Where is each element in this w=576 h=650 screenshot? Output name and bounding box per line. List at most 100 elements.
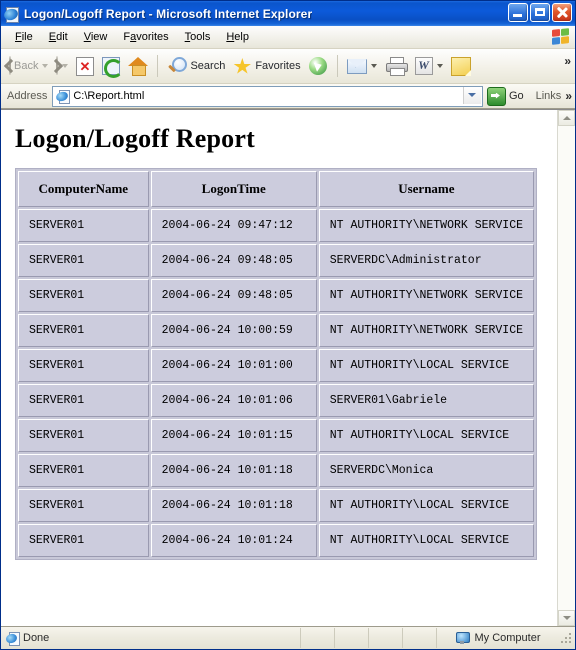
logon-report-table: ComputerName LogonTime Username SERVER01…	[15, 168, 537, 560]
edit-in-word-button[interactable]: W	[411, 52, 447, 80]
table-body: SERVER01 2004-06-24 09:47:12 NT AUTHORIT…	[18, 209, 534, 557]
print-button[interactable]	[381, 52, 411, 80]
cell-logontime: 2004-06-24 10:01:24	[150, 524, 317, 557]
cell-logontime: 2004-06-24 10:01:15	[150, 419, 317, 452]
table-row: SERVER01 2004-06-24 09:48:05 NT AUTHORIT…	[18, 279, 534, 312]
toolbar-overflow-icon[interactable]: »	[564, 55, 571, 67]
menu-item-edit[interactable]: Edit	[41, 29, 76, 45]
close-button[interactable]	[552, 3, 572, 22]
page-title: Logon/Logoff Report	[15, 124, 255, 153]
title-bar[interactable]: Logon/Logoff Report - Microsoft Internet…	[1, 1, 575, 26]
maximize-button[interactable]	[530, 3, 550, 22]
back-history-chevron-down-icon[interactable]	[42, 64, 49, 68]
status-text: Done	[23, 632, 50, 644]
resize-grip[interactable]	[559, 631, 573, 645]
back-button[interactable]: Back	[3, 52, 52, 80]
navigation-toolbar: Back ✕ Search Favorites W »	[1, 49, 575, 84]
home-button[interactable]	[124, 52, 152, 80]
address-favicon-icon	[55, 89, 71, 104]
cell-username: NT AUTHORITY\NETWORK SERVICE	[318, 279, 534, 312]
address-input-value: C:\Report.html	[73, 90, 145, 102]
cell-username: NT AUTHORITY\LOCAL SERVICE	[318, 524, 534, 557]
address-label: Address	[7, 90, 48, 102]
cell-computername: SERVER01	[18, 314, 149, 347]
menu-item-favorites[interactable]: Favorites	[115, 29, 176, 45]
cell-computername: SERVER01	[18, 244, 149, 277]
mail-chevron-down-icon[interactable]	[370, 64, 377, 68]
address-dropdown-button[interactable]	[462, 86, 481, 104]
toolbar-separator	[157, 55, 159, 77]
search-button-label: Search	[190, 60, 226, 72]
refresh-icon	[102, 57, 124, 78]
document-page: Logon/Logoff Report ComputerName LogonTi…	[1, 110, 557, 626]
stop-button[interactable]: ✕	[72, 52, 98, 80]
minimize-button[interactable]	[508, 3, 528, 22]
cell-computername: SERVER01	[18, 524, 149, 557]
go-arrow-icon	[486, 86, 506, 106]
menu-item-help[interactable]: Help	[218, 29, 257, 45]
cell-computername: SERVER01	[18, 209, 149, 242]
caption-buttons	[508, 3, 572, 22]
security-zone-pane[interactable]: My Computer	[437, 628, 559, 648]
cell-computername: SERVER01	[18, 279, 149, 312]
table-row: SERVER01 2004-06-24 10:01:18 NT AUTHORIT…	[18, 489, 534, 522]
table-row: SERVER01 2004-06-24 10:00:59 NT AUTHORIT…	[18, 314, 534, 347]
forward-history-chevron-down-icon[interactable]	[62, 64, 69, 68]
toolbar-separator	[336, 55, 338, 77]
table-row: SERVER01 2004-06-24 10:01:24 NT AUTHORIT…	[18, 524, 534, 557]
table-row: SERVER01 2004-06-24 10:01:15 NT AUTHORIT…	[18, 419, 534, 452]
notes-button[interactable]	[447, 52, 475, 80]
cell-computername: SERVER01	[18, 349, 149, 382]
status-message-pane: Done	[1, 628, 301, 648]
refresh-button[interactable]	[98, 52, 124, 80]
status-bar: Done My Computer	[1, 626, 575, 649]
mail-icon	[346, 58, 367, 74]
scroll-down-button[interactable]	[558, 610, 575, 626]
go-button[interactable]: Go	[483, 86, 530, 106]
mail-button[interactable]	[343, 52, 381, 80]
cell-computername: SERVER01	[18, 384, 149, 417]
browser-window: Logon/Logoff Report - Microsoft Internet…	[0, 0, 576, 650]
forward-icon	[49, 56, 64, 75]
table-row: SERVER01 2004-06-24 10:01:00 NT AUTHORIT…	[18, 349, 534, 382]
menu-item-tools[interactable]: Tools	[177, 29, 219, 45]
address-input[interactable]: C:\Report.html	[52, 85, 483, 107]
cell-logontime: 2004-06-24 10:01:18	[150, 454, 317, 487]
scroll-up-button[interactable]	[558, 110, 575, 126]
vertical-scrollbar[interactable]	[557, 110, 575, 626]
media-button[interactable]	[305, 52, 332, 80]
cell-username: SERVERDC\Administrator	[318, 244, 534, 277]
forward-button[interactable]	[49, 52, 72, 80]
links-button[interactable]: Links	[536, 90, 562, 102]
address-overflow-icon[interactable]: »	[565, 90, 572, 102]
table-row: SERVER01 2004-06-24 10:01:06 SERVER01\Ga…	[18, 384, 534, 417]
status-pane-3	[369, 628, 403, 648]
edit-word-chevron-down-icon[interactable]	[436, 64, 443, 68]
table-row: SERVER01 2004-06-24 10:01:18 SERVERDC\Mo…	[18, 454, 534, 487]
cell-username: NT AUTHORITY\NETWORK SERVICE	[318, 314, 534, 347]
windows-logo-icon	[552, 28, 569, 45]
cell-logontime: 2004-06-24 10:00:59	[150, 314, 317, 347]
search-button[interactable]: Search	[163, 52, 229, 80]
cell-username: NT AUTHORITY\LOCAL SERVICE	[318, 489, 534, 522]
scroll-down-arrow-icon	[562, 616, 571, 620]
window-title: Logon/Logoff Report - Microsoft Internet…	[24, 6, 313, 21]
search-icon	[167, 57, 188, 75]
notes-icon	[450, 56, 471, 76]
table-header-row: ComputerName LogonTime Username	[18, 171, 534, 207]
cell-logontime: 2004-06-24 10:01:00	[150, 349, 317, 382]
cell-logontime: 2004-06-24 10:01:06	[150, 384, 317, 417]
menu-item-view[interactable]: View	[76, 29, 116, 45]
content-area: Logon/Logoff Report ComputerName LogonTi…	[1, 109, 575, 626]
cell-username: SERVER01\Gabriele	[318, 384, 534, 417]
cell-username: NT AUTHORITY\NETWORK SERVICE	[318, 209, 534, 242]
menu-item-file[interactable]: File	[7, 29, 41, 45]
back-icon	[3, 56, 19, 75]
edit-word-icon: W	[414, 57, 433, 75]
status-pane-4	[403, 628, 437, 648]
cell-username: SERVERDC\Monica	[318, 454, 534, 487]
column-header-username: Username	[318, 171, 534, 207]
cell-username: NT AUTHORITY\LOCAL SERVICE	[318, 419, 534, 452]
favorites-button[interactable]: Favorites	[229, 52, 304, 80]
table-row: SERVER01 2004-06-24 09:47:12 NT AUTHORIT…	[18, 209, 534, 242]
